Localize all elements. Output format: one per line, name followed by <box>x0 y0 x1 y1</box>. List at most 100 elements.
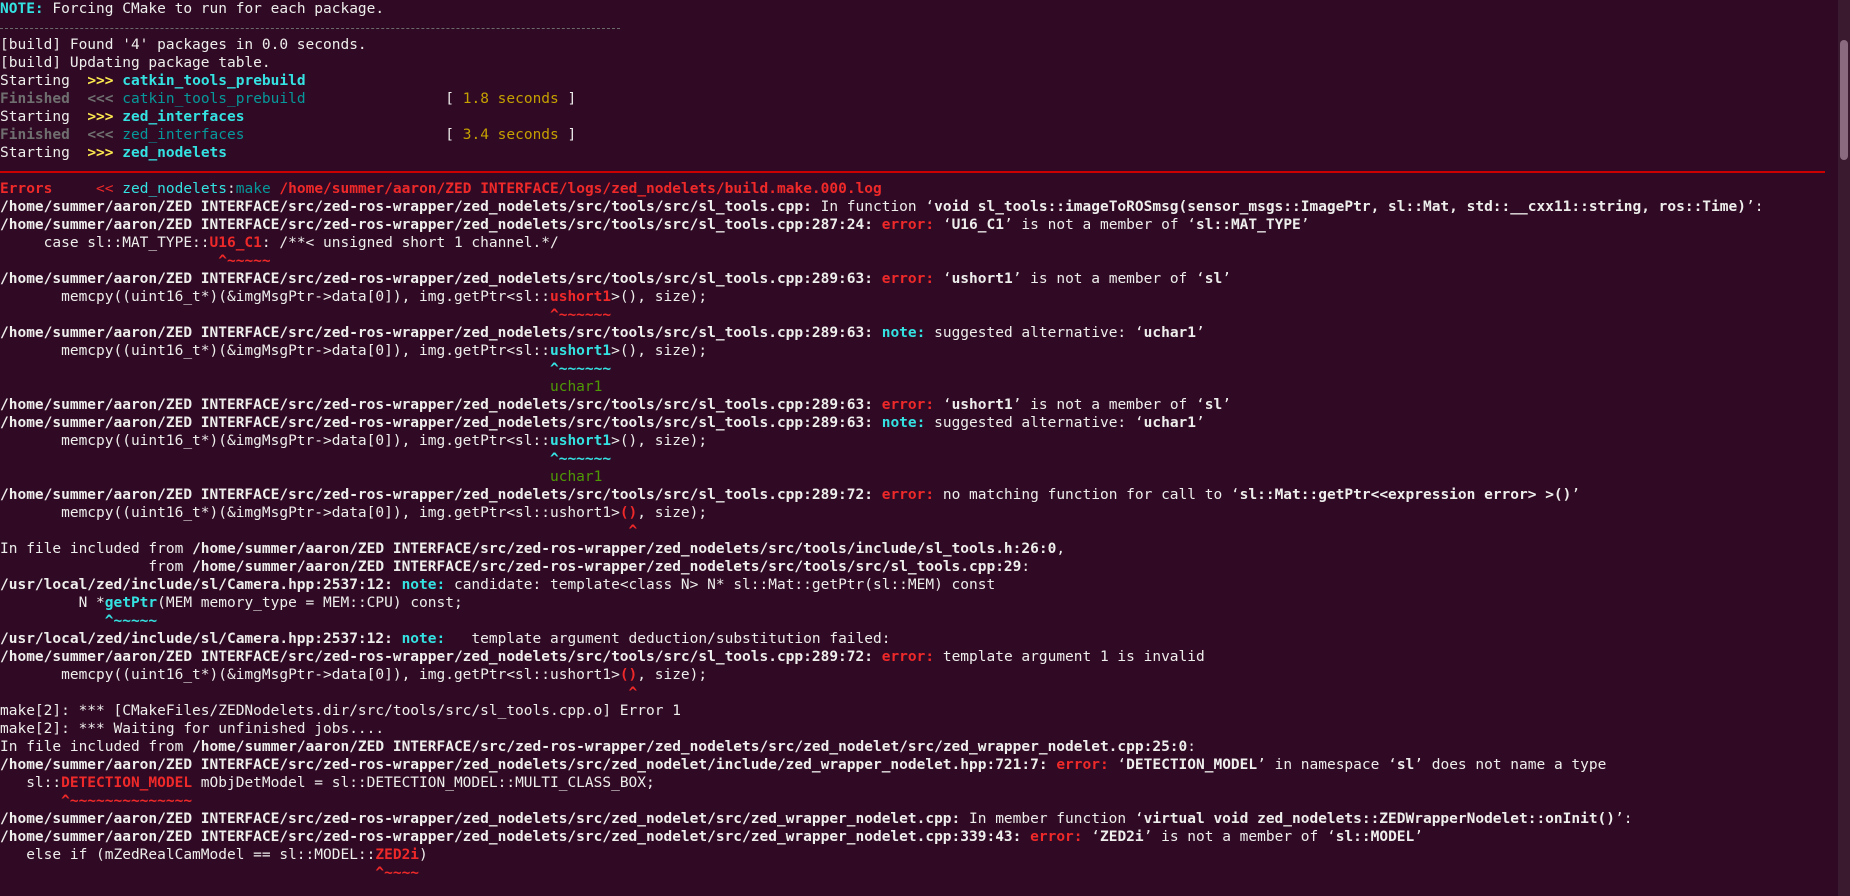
terminal-text-segment: ‘ <box>1108 757 1127 773</box>
terminal-text-segment: /home/summer/aaron/ZED INTERFACE/src/zed… <box>0 487 873 503</box>
terminal-text-segment: candidate: template<class N> N* sl::Mat:… <box>445 577 996 593</box>
terminal-text-segment: note: <box>401 631 446 647</box>
terminal-text-segment: ushort1 <box>549 433 612 449</box>
terminal-text-segment: ] <box>558 91 577 107</box>
terminal-text-segment: ’: <box>1615 811 1633 827</box>
terminal-line: ^~~~~~~ <box>0 360 1835 378</box>
terminal-line: make[2]: *** [CMakeFiles/ZEDNodelets.dir… <box>0 702 1835 720</box>
terminal-line: /home/summer/aaron/ZED INTERFACE/src/zed… <box>0 396 1835 414</box>
terminal-text-segment: /home/summer/aaron/ZED INTERFACE/src/zed… <box>0 199 812 215</box>
terminal-text-segment: DETECTION_MODEL <box>61 775 193 791</box>
terminal-text-segment: memcpy((uint16_t*)(&imgMsgPtr->data[0]),… <box>0 505 620 521</box>
terminal-text-segment: ’: <box>1745 199 1764 215</box>
terminal-line: /home/summer/aaron/ZED INTERFACE/src/zed… <box>0 486 1835 504</box>
terminal-text-segment: no matching function for call to ‘ <box>934 487 1240 503</box>
terminal-text-segment: sl::Mat::getPtr<<expression error> >() <box>1239 487 1572 503</box>
terminal-text-segment: ushort1 <box>951 271 1013 287</box>
terminal-line: /home/summer/aaron/ZED INTERFACE/src/zed… <box>0 216 1835 234</box>
terminal-text-segment: /home/summer/aaron/ZED INTERFACE/src/zed… <box>0 649 873 665</box>
terminal-text-segment: <<< <box>87 127 114 143</box>
terminal-text-segment: error: <box>881 271 935 287</box>
terminal-text-segment: else if (mZedRealCamModel == sl::MODEL:: <box>0 847 376 863</box>
terminal-text-segment: ] <box>558 127 577 143</box>
separator-line <box>0 18 1835 36</box>
terminal-text-segment: ^ <box>628 685 638 701</box>
terminal-text-segment: In function ‘ <box>811 199 935 215</box>
terminal-text-segment: /home/summer/aaron/ZED INTERFACE/src/zed… <box>192 559 1022 575</box>
terminal-text-segment: ’ <box>1571 487 1581 503</box>
terminal-text-segment: ’ <box>1222 271 1231 287</box>
terminal-text-segment: 1.8 seconds <box>462 91 559 107</box>
terminal-text-segment: sl <box>1204 271 1223 287</box>
terminal-text-segment: virtual void zed_nodelets::ZEDWrapperNod… <box>1143 811 1616 827</box>
terminal-text-segment: /home/summer/aaron/ZED INTERFACE/src/zed… <box>0 271 873 287</box>
terminal-text-segment: ‘ <box>1082 829 1100 845</box>
terminal-text-segment: make[2]: *** [CMakeFiles/ZEDNodelets.dir… <box>0 703 681 719</box>
terminal-line: ^~~~~~ <box>0 612 1835 630</box>
terminal-scrollbar[interactable] <box>1838 0 1850 896</box>
terminal-line: ^~~~~~ <box>0 252 1835 270</box>
terminal-text-segment: >>> <box>87 145 114 161</box>
terminal-text-segment: ushort1 <box>549 289 612 305</box>
terminal-line: [build] Found '4' packages in 0.0 second… <box>0 36 1835 54</box>
terminal-text-segment: ’ is not a member of ‘ <box>1012 271 1205 287</box>
terminal-text-segment: : <box>227 181 236 197</box>
terminal-line: Errors << zed_nodelets:make /home/summer… <box>0 180 1835 198</box>
terminal-line: Starting >>> zed_interfaces <box>0 108 1835 126</box>
terminal-text-segment: : /**< unsigned short 1 channel.*/ <box>261 235 559 251</box>
terminal-text-segment: ’ is not a member of ‘ <box>1012 397 1205 413</box>
terminal-text-segment: ushort1 <box>549 343 612 359</box>
terminal-text-segment: In file included from <box>0 739 193 755</box>
terminal-text-segment: memcpy((uint16_t*)(&imgMsgPtr->data[0]),… <box>0 667 620 683</box>
terminal-text-segment: error: <box>1056 757 1109 773</box>
terminal-text-segment: ^~~~~~~ <box>549 361 612 377</box>
terminal-text-segment: ^~~~~~ <box>218 253 271 269</box>
terminal-text-segment: error: <box>881 649 935 665</box>
terminal-line: /usr/local/zed/include/sl/Camera.hpp:253… <box>0 576 1835 594</box>
terminal-text-segment: zed_nodelets <box>122 181 228 197</box>
scrollbar-thumb[interactable] <box>1840 40 1848 160</box>
terminal-line: uchar1 <box>0 468 1835 486</box>
terminal-text-segment: ’ <box>1196 325 1205 341</box>
terminal-line: ^ <box>0 684 1835 702</box>
terminal-output: NOTE: Forcing CMake to run for each pack… <box>0 0 1835 896</box>
terminal-text-segment: memcpy((uint16_t*)(&imgMsgPtr->data[0]),… <box>0 433 550 449</box>
terminal-line: memcpy((uint16_t*)(&imgMsgPtr->data[0]),… <box>0 288 1835 306</box>
terminal-line: Finished <<< zed_interfaces [ 3.4 second… <box>0 126 1835 144</box>
terminal-text-segment: ^~~~~~~~~~~~~~~ <box>61 793 193 809</box>
terminal-line: case sl::MAT_TYPE::U16_C1: /**< unsigned… <box>0 234 1835 252</box>
terminal-line: memcpy((uint16_t*)(&imgMsgPtr->data[0]),… <box>0 432 1835 450</box>
terminal-line: /usr/local/zed/include/sl/Camera.hpp:253… <box>0 630 1835 648</box>
terminal-line: ^~~~~~~ <box>0 450 1835 468</box>
terminal-line: ^ <box>0 522 1835 540</box>
terminal-line: In file included from /home/summer/aaron… <box>0 738 1835 756</box>
terminal-line: make[2]: *** Waiting for unfinished jobs… <box>0 720 1835 738</box>
terminal-text-segment: catkin_tools_prebuild <box>122 73 306 89</box>
terminal-text-segment: DETECTION_MODEL <box>1126 757 1258 773</box>
terminal-text-segment: error: <box>1030 829 1083 845</box>
terminal-text-segment: note: <box>881 415 926 431</box>
terminal-text-segment: sl <box>1204 397 1223 413</box>
terminal-text-segment: /home/summer/aaron/ZED INTERFACE/src/zed… <box>0 397 873 413</box>
terminal-line: /home/summer/aaron/ZED INTERFACE/src/zed… <box>0 324 1835 342</box>
terminal-text-segment: ‘ <box>934 271 952 287</box>
terminal-text-segment: Forcing CMake to run for each package. <box>43 1 385 17</box>
terminal-text-segment: ’ in namespace ‘ <box>1257 757 1397 773</box>
